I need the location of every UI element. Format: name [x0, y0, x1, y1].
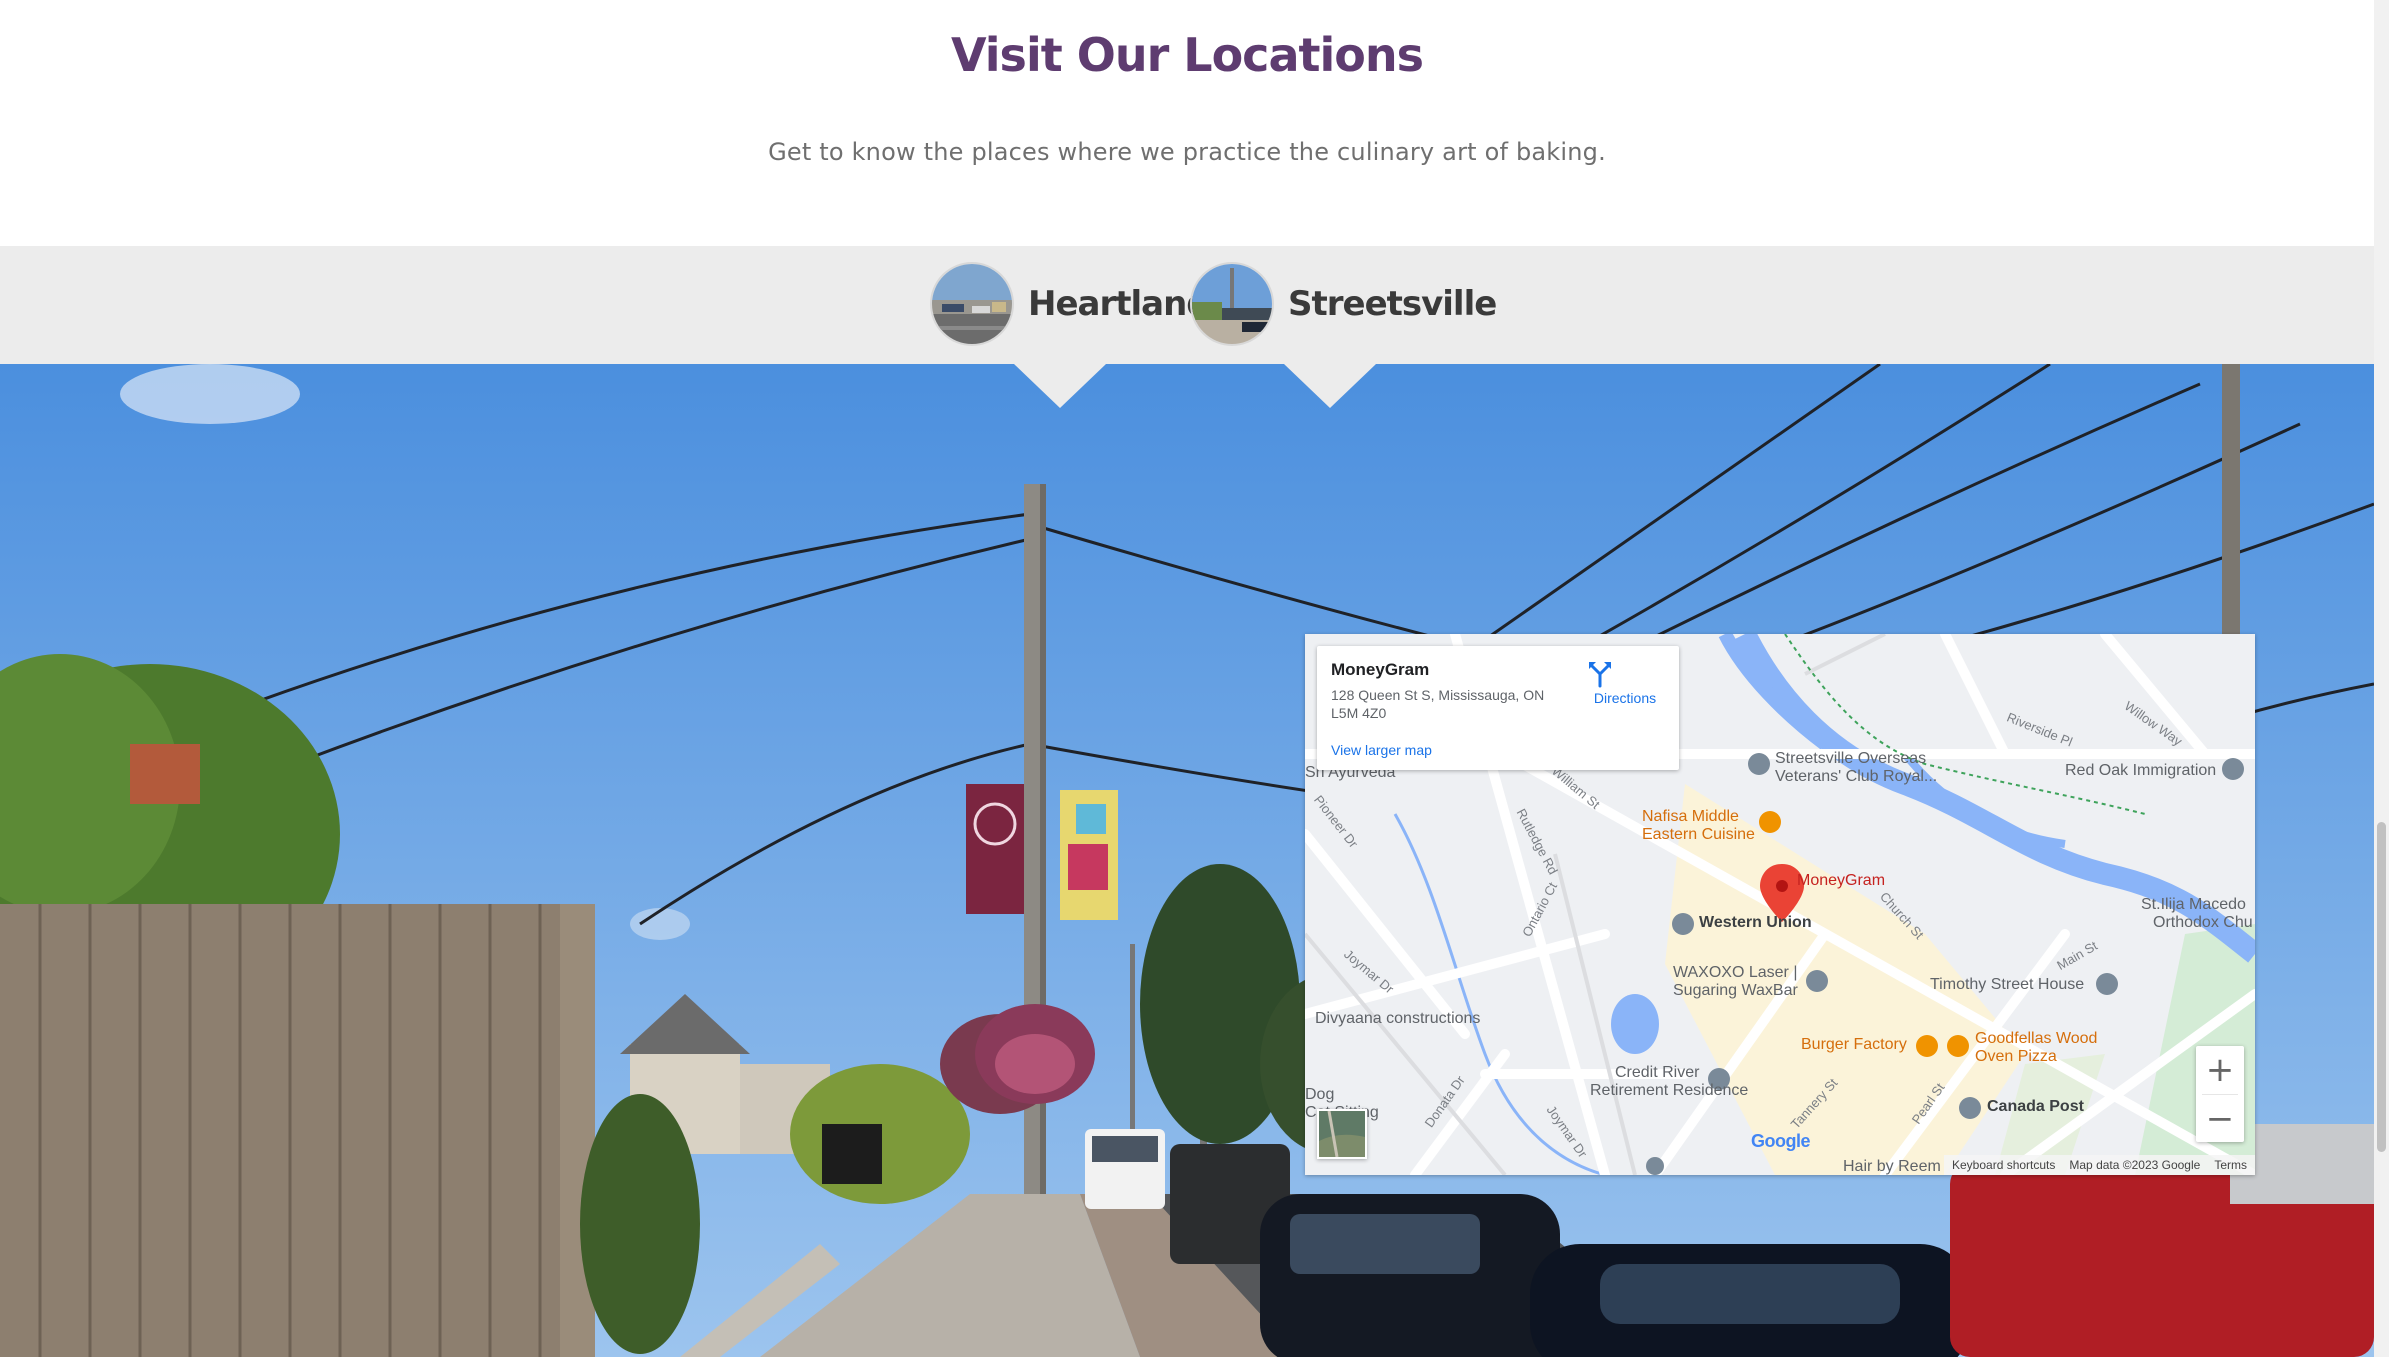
- map-label-nafisa[interactable]: Nafisa Middle: [1642, 808, 1739, 826]
- directions-button[interactable]: Directions: [1585, 658, 1665, 706]
- google-map-embed[interactable]: MoneyGram Western Union Streetsville Ove…: [1305, 634, 2255, 1175]
- map-label-divyaana[interactable]: Divyaana constructions: [1315, 1010, 1480, 1028]
- zoom-controls: + −: [2196, 1046, 2244, 1142]
- keyboard-shortcuts-link[interactable]: Keyboard shortcuts: [1952, 1158, 2055, 1172]
- tab-heartland-label: Heartland: [1028, 284, 1211, 324]
- view-larger-map-link[interactable]: View larger map: [1331, 742, 1432, 758]
- map-label-hair[interactable]: Hair by Reem: [1843, 1158, 1941, 1175]
- map-attribution: Keyboard shortcuts Map data ©2023 Google…: [1944, 1155, 2255, 1175]
- map-label-burger-factory[interactable]: Burger Factory: [1801, 1036, 1907, 1054]
- map-label-goodfellas[interactable]: Goodfellas Wood: [1975, 1030, 2097, 1048]
- tab-heartland-pointer: [1014, 364, 1106, 408]
- place-name: MoneyGram: [1331, 660, 1430, 679]
- zoom-in-button[interactable]: +: [2196, 1046, 2244, 1094]
- map-label-waxoxo[interactable]: WAXOXO Laser |: [1673, 964, 1797, 982]
- terms-link[interactable]: Terms: [2214, 1158, 2247, 1172]
- zoom-out-button[interactable]: −: [2196, 1095, 2244, 1143]
- place-info-card: MoneyGram 128 Queen St S, Mississauga, O…: [1317, 646, 1679, 770]
- map-label-credit-river[interactable]: Credit River: [1615, 1064, 1699, 1082]
- page: Visit Our Locations Get to know the plac…: [0, 0, 2389, 1357]
- tab-heartland[interactable]: Heartland: [930, 262, 1211, 346]
- location-tabs: Heartland Streetsville: [0, 246, 2374, 364]
- satellite-view-toggle[interactable]: [1317, 1109, 1367, 1159]
- map-label-canada-post[interactable]: Canada Post: [1987, 1098, 2084, 1116]
- map-label-waxoxo-2: Sugaring WaxBar: [1673, 982, 1798, 999]
- google-logo: Google: [1751, 1131, 1811, 1152]
- page-subtitle: Get to know the places where we practice…: [768, 138, 1606, 166]
- map-label-moneygram[interactable]: MoneyGram: [1797, 872, 1885, 890]
- tab-streetsville-pointer: [1284, 364, 1376, 408]
- map-label-nafisa-2: Eastern Cuisine: [1642, 826, 1755, 843]
- tab-streetsville-label: Streetsville: [1288, 284, 1497, 324]
- section-header: Visit Our Locations Get to know the plac…: [0, 0, 2374, 246]
- directions-label: Directions: [1593, 690, 1657, 706]
- heartland-thumbnail: [930, 262, 1014, 346]
- map-label-st-ilija-2: Orthodox Chu: [2153, 914, 2253, 931]
- page-scrollbar[interactable]: [2374, 0, 2389, 1357]
- map-label-timothy[interactable]: Timothy Street House: [1930, 976, 2084, 994]
- page-title: Visit Our Locations: [951, 28, 1424, 82]
- map-label-streetsville-club[interactable]: Streetsville Overseas: [1775, 750, 1926, 768]
- scrollbar-thumb[interactable]: [2377, 822, 2386, 1152]
- map-label-western-union[interactable]: Western Union: [1699, 914, 1812, 932]
- map-label-st-ilija[interactable]: St.Ilija Macedo: [2141, 896, 2246, 914]
- map-label-dog[interactable]: Dog: [1305, 1086, 1334, 1104]
- streetsville-thumbnail: [1190, 262, 1274, 346]
- directions-icon: [1589, 658, 1640, 688]
- map-label-goodfellas-2: Oven Pizza: [1975, 1048, 2057, 1065]
- map-label-red-oak[interactable]: Red Oak Immigration: [2065, 762, 2216, 780]
- google-logo-text: Google: [1751, 1131, 1811, 1151]
- tab-streetsville[interactable]: Streetsville: [1190, 262, 1497, 346]
- map-label-credit-river-2: Retirement Residence: [1590, 1082, 1749, 1099]
- place-address: 128 Queen St S, Mississauga, ON L5M 4Z0: [1331, 687, 1545, 721]
- map-data-text: Map data ©2023 Google: [2069, 1158, 2201, 1172]
- map-label-streetsville-club-2: Veterans' Club Royal...: [1775, 768, 1938, 785]
